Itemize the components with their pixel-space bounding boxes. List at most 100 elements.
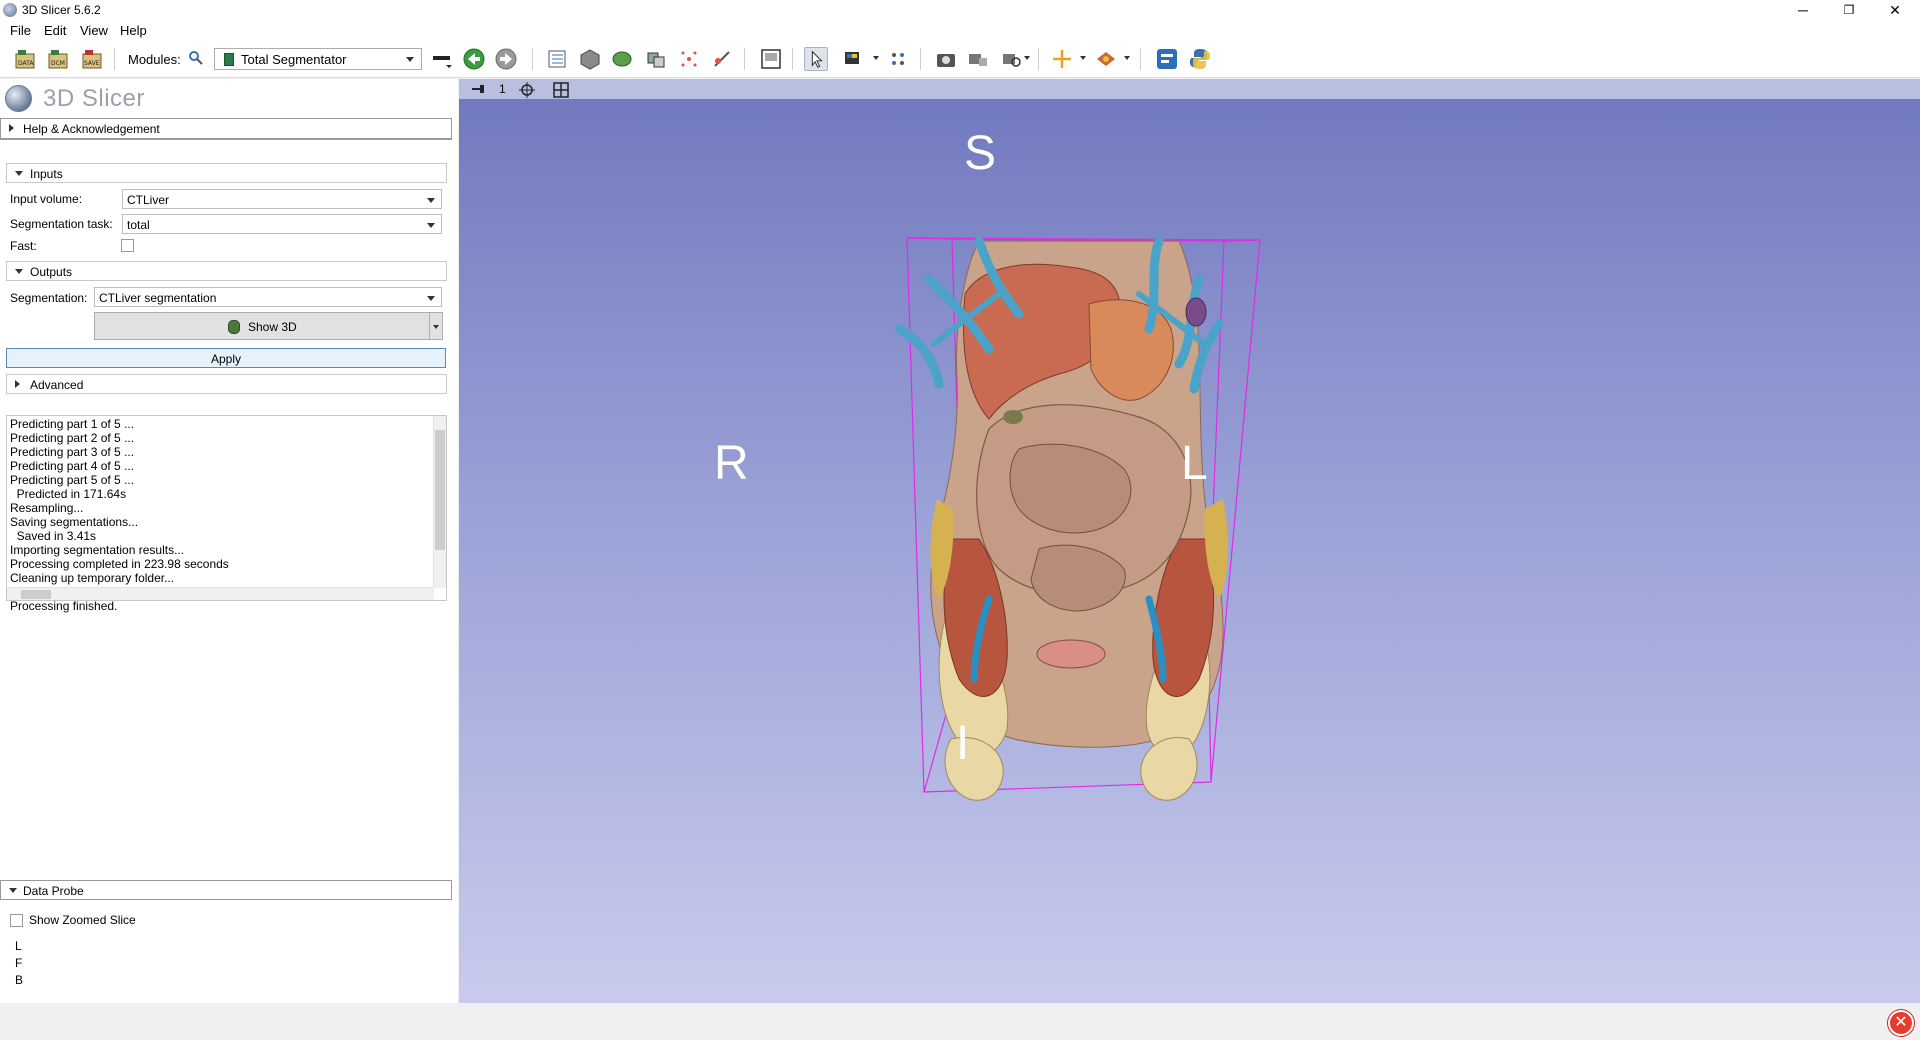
chevron-down-icon [427, 296, 435, 301]
extension-manager-icon[interactable] [1155, 47, 1179, 71]
module-search-icon[interactable] [188, 50, 204, 66]
apply-button[interactable]: Apply [6, 348, 446, 368]
collapse-arrow-icon [9, 888, 17, 893]
crosshair-icon[interactable] [1050, 47, 1074, 71]
toolbar-separator [744, 48, 745, 70]
load-data-icon[interactable]: DATA [13, 47, 37, 71]
module-selector[interactable]: Total Segmentator [214, 48, 422, 70]
error-log-icon[interactable]: ✕ [1888, 1010, 1914, 1036]
minimize-button[interactable]: ─ [1780, 0, 1826, 20]
toolbar-separator [920, 48, 921, 70]
log-line: Cleaning up temporary folder... [10, 571, 175, 585]
input-volume-label: Input volume: [10, 192, 83, 206]
modules-label: Modules: [128, 52, 181, 67]
status-log[interactable]: Predicting part 1 of 5 ... Predicting par… [6, 415, 447, 613]
probe-coord-l: L [15, 939, 22, 953]
python-console-icon[interactable] [1188, 47, 1212, 71]
fiducial-place-icon[interactable] [1094, 47, 1118, 71]
scene-view-icon[interactable] [966, 47, 990, 71]
show-3d-options-button[interactable] [429, 312, 443, 340]
chevron-down-icon[interactable] [1124, 56, 1130, 60]
restore-view-icon[interactable] [1000, 47, 1024, 71]
orientation-label-left: L [1181, 437, 1208, 490]
svg-text:SAVE: SAVE [84, 60, 100, 67]
help-acknowledgement-section[interactable]: Help & Acknowledgement [0, 118, 452, 140]
log-line: Predicting part 1 of 5 ... [10, 417, 135, 431]
data-probe-section[interactable]: Data Probe [0, 880, 452, 900]
scrollbar-thumb[interactable] [435, 430, 445, 550]
advanced-section-label: Advanced [30, 378, 84, 392]
models-module-icon[interactable] [610, 47, 634, 71]
data-module-icon[interactable] [545, 47, 569, 71]
close-button[interactable]: ✕ [1872, 0, 1918, 20]
inputs-section[interactable]: Inputs [6, 163, 447, 183]
outputs-section-label: Outputs [30, 265, 73, 279]
chevron-down-icon[interactable] [1080, 56, 1086, 60]
segmentation-label: Segmentation: [10, 291, 88, 305]
segmentation-3d-render[interactable]: S I R L [459, 99, 1920, 1003]
chevron-down-icon [406, 57, 414, 62]
toolbar-separator [792, 48, 793, 70]
volumes-module-icon[interactable] [578, 47, 602, 71]
screenshot-icon[interactable] [934, 47, 958, 71]
main-toolbar: DATA DCM SAVE Modules: Total Segmentator [0, 40, 1920, 78]
show-3d-icon [228, 320, 240, 334]
segment-editor-icon[interactable] [710, 47, 734, 71]
load-dicom-icon[interactable]: DCM [46, 47, 70, 71]
layout-icon[interactable] [759, 47, 783, 71]
slicer-logo-text: 3D Slicer [43, 85, 145, 112]
segmentation-task-select[interactable]: total [122, 214, 442, 234]
svg-text:DCM: DCM [51, 60, 65, 67]
module-history-icon[interactable] [430, 47, 454, 71]
menu-edit[interactable]: Edit [44, 23, 66, 38]
log-line: Processing completed in 223.98 seconds [10, 557, 229, 571]
module-panel: 3D Slicer Help & Acknowledgement Inputs … [0, 79, 458, 1003]
slicer-logo-icon [5, 85, 32, 112]
log-vertical-scrollbar[interactable] [433, 416, 446, 588]
scrollbar-thumb[interactable] [21, 590, 51, 599]
outputs-section[interactable]: Outputs [6, 261, 447, 281]
data-probe-label: Data Probe [23, 884, 84, 898]
log-line: Importing segmentation results... [10, 543, 185, 557]
log-line: Predicting part 5 of 5 ... [10, 473, 135, 487]
log-line: Resampling... [10, 501, 84, 515]
view-layout-icon[interactable] [553, 82, 569, 98]
menu-view[interactable]: View [80, 23, 108, 38]
pin-icon[interactable] [471, 83, 485, 95]
help-section-label: Help & Acknowledgement [23, 122, 160, 136]
orientation-label-right: R [714, 437, 749, 490]
apply-label: Apply [210, 352, 242, 366]
log-line: Saving segmentations... [10, 515, 139, 529]
chevron-down-icon [433, 325, 439, 329]
menu-help[interactable]: Help [120, 23, 147, 38]
expand-arrow-icon [15, 380, 20, 388]
3d-render-view[interactable]: S I R L [459, 99, 1920, 1003]
input-volume-select[interactable]: CTLiver [122, 189, 442, 209]
menu-file[interactable]: File [10, 23, 31, 38]
restore-button[interactable]: ❐ [1826, 0, 1872, 20]
center-view-icon[interactable] [519, 82, 535, 98]
mouse-pointer-icon[interactable] [804, 47, 828, 71]
forward-arrow-icon[interactable] [494, 47, 518, 71]
output-segmentation-select[interactable]: CTLiver segmentation [94, 287, 442, 307]
slicer-app-icon [3, 3, 17, 17]
segmentation-task-label: Segmentation task: [10, 217, 113, 231]
log-horizontal-scrollbar[interactable] [7, 587, 434, 600]
crosshair-grid-icon[interactable] [886, 47, 910, 71]
back-arrow-icon[interactable] [462, 47, 486, 71]
transforms-module-icon[interactable] [644, 47, 668, 71]
chevron-down-icon[interactable] [1024, 56, 1030, 60]
orientation-label-inferior: I [956, 717, 969, 770]
show-zoomed-slice-checkbox[interactable] [10, 914, 23, 927]
fast-checkbox[interactable] [121, 239, 134, 252]
advanced-section[interactable]: Advanced [6, 374, 447, 394]
title-bar: 3D Slicer 5.6.2 ─ ❐ ✕ [0, 0, 1920, 20]
show-3d-label: Show 3D [248, 320, 297, 334]
chevron-down-icon[interactable] [873, 56, 879, 60]
save-icon[interactable]: SAVE [80, 47, 104, 71]
module-selector-value: Total Segmentator [241, 52, 347, 67]
log-line: Saved in 3.41s [10, 529, 97, 543]
markups-module-icon[interactable] [677, 47, 701, 71]
window-level-icon[interactable] [842, 47, 866, 71]
show-3d-button[interactable]: Show 3D [94, 312, 430, 340]
